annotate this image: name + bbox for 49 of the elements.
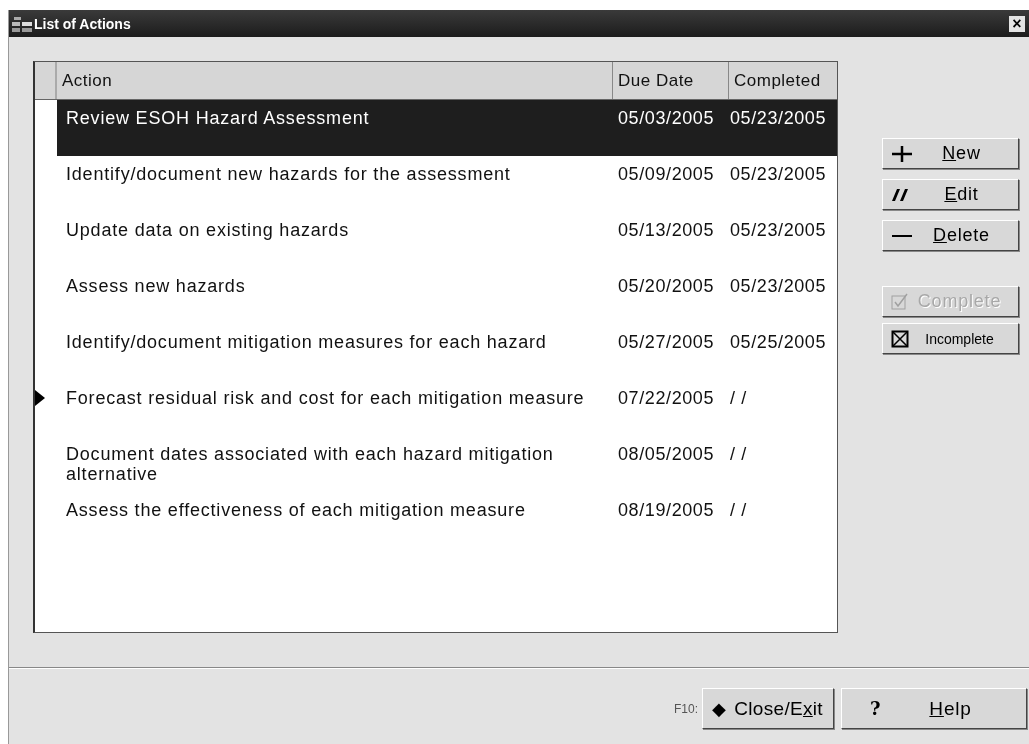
table-row[interactable]: Review ESOH Hazard Assessment 05/03/2005 05/23/2005 <box>35 100 837 156</box>
table-row[interactable]: Update data on existing hazards 05/13/2005 05/23/2005 <box>35 212 837 268</box>
table-row[interactable]: Identify/document mitigation measures for each hazard 05/27/2005 05/25/2005 <box>35 324 837 380</box>
table-row[interactable]: Assess the effectiveness of each mitigation measure 08/19/2005 / / <box>35 492 837 548</box>
checkbox-icon <box>891 292 909 311</box>
due-date-cell: 05/03/2005 <box>618 108 715 128</box>
action-button[interactable]: Edit <box>882 179 1019 210</box>
completed-cell: / / <box>730 444 747 464</box>
due-date-cell: 05/13/2005 <box>618 220 715 240</box>
completed-cell: 05/23/2005 <box>730 164 827 184</box>
action-cell: Assess the effectiveness of each mitigation measure <box>66 500 526 520</box>
table-row[interactable]: Document dates associated with each hazard mitigation alternative 08/05/2005 / / <box>35 436 837 492</box>
due-date-cell: 05/20/2005 <box>618 276 715 296</box>
completed-cell: 05/23/2005 <box>730 108 827 128</box>
table-icon <box>12 15 32 32</box>
action-cell: Assess new hazards <box>66 276 246 296</box>
column-header[interactable]: Completed <box>729 62 837 99</box>
close-exit-button[interactable]: ◆ Close/Exit <box>702 688 834 729</box>
action-cell: Forecast residual risk and cost for each mitigation measure <box>66 388 585 408</box>
table-row[interactable]: Forecast residual risk and cost for each mitigation measure 07/22/2005 / / <box>35 380 837 436</box>
action-button[interactable]: Incomplete <box>882 323 1019 354</box>
table-row[interactable]: Assess new hazards 05/20/2005 05/23/2005 <box>35 268 837 324</box>
shortcut-label: F10: <box>674 701 698 716</box>
window-title: List of Actions <box>34 15 132 32</box>
action-button[interactable]: New <box>882 138 1019 169</box>
due-date-cell: 07/22/2005 <box>618 388 715 408</box>
completed-cell: 05/23/2005 <box>730 276 827 296</box>
plus-icon <box>891 144 913 163</box>
completed-cell: 05/25/2005 <box>730 332 827 352</box>
action-cell: Document dates associated with each hazard mitigation alternative <box>66 444 554 484</box>
due-date-cell: 05/27/2005 <box>618 332 715 352</box>
minus-icon <box>891 232 913 239</box>
help-button[interactable]: ? Help <box>841 688 1027 729</box>
due-date-cell: 08/05/2005 <box>618 444 715 464</box>
action-button[interactable]: Delete <box>882 220 1019 251</box>
action-cell: Identify/document new hazards for the assessment <box>66 164 511 184</box>
table-row[interactable]: Identify/document new hazards for the assessment 05/09/2005 05/23/2005 <box>35 156 837 212</box>
crossed-box-icon <box>891 329 909 348</box>
column-header[interactable]: Action <box>57 62 613 99</box>
due-date-cell: 05/09/2005 <box>618 164 715 184</box>
completed-cell: / / <box>730 388 747 408</box>
completed-cell: 05/23/2005 <box>730 220 827 240</box>
due-date-cell: 08/19/2005 <box>618 500 715 520</box>
completed-cell: / / <box>730 500 747 520</box>
close-button[interactable]: × <box>1009 15 1025 32</box>
column-header[interactable]: Due Date <box>613 62 729 99</box>
action-cell: Identify/document mitigation measures for each hazard <box>66 332 547 352</box>
action-cell: Review ESOH Hazard Assessment <box>66 108 370 128</box>
action-cell: Update data on existing hazards <box>66 220 349 240</box>
